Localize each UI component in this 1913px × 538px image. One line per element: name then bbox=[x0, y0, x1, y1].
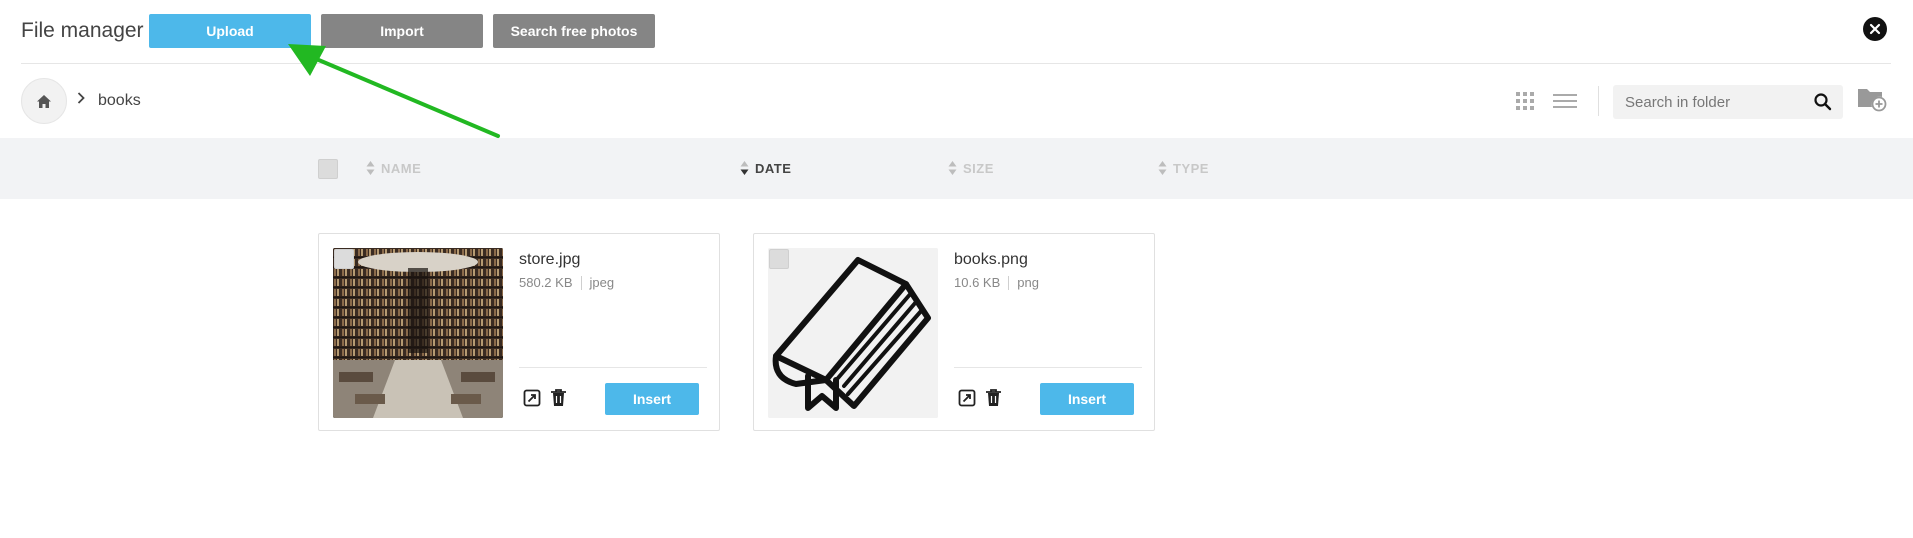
column-header-date[interactable]: DATE bbox=[740, 160, 791, 176]
select-all-checkbox[interactable] bbox=[318, 159, 338, 179]
list-view-icon[interactable] bbox=[1553, 91, 1577, 111]
search-box bbox=[1613, 85, 1843, 119]
grid-view-icon[interactable] bbox=[1515, 91, 1535, 111]
file-thumbnail[interactable] bbox=[333, 248, 503, 418]
file-size: 10.6 KB bbox=[954, 275, 1001, 290]
file-name: store.jpg bbox=[519, 251, 581, 268]
file-checkbox[interactable] bbox=[769, 249, 789, 269]
file-size: 580.2 KB bbox=[519, 275, 573, 290]
book-icon-thumbnail bbox=[768, 248, 938, 418]
import-button[interactable]: Import bbox=[321, 14, 483, 48]
file-thumbnail[interactable] bbox=[768, 248, 938, 418]
file-manager-page: File manager Upload Import Search free p… bbox=[0, 0, 1913, 538]
column-size-label: SIZE bbox=[963, 160, 994, 176]
new-folder-icon[interactable] bbox=[1857, 86, 1887, 112]
column-name-label: NAME bbox=[381, 160, 422, 176]
column-header-size[interactable]: SIZE bbox=[948, 160, 994, 176]
card-divider bbox=[519, 367, 707, 368]
file-type: png bbox=[1017, 275, 1039, 290]
home-icon bbox=[37, 94, 51, 108]
sort-icon bbox=[740, 161, 749, 175]
meta-divider bbox=[1008, 275, 1010, 290]
file-card[interactable]: books.png 10.6 KB png Insert bbox=[753, 233, 1155, 431]
edit-icon[interactable] bbox=[523, 389, 541, 407]
insert-button[interactable]: Insert bbox=[605, 383, 699, 415]
chevron-right-icon bbox=[77, 92, 85, 104]
file-meta: 580.2 KB jpeg bbox=[519, 275, 614, 290]
file-card[interactable]: store.jpg 580.2 KB jpeg Insert bbox=[318, 233, 720, 431]
search-free-photos-button[interactable]: Search free photos bbox=[493, 14, 655, 48]
edit-icon[interactable] bbox=[958, 389, 976, 407]
home-button[interactable] bbox=[21, 78, 67, 124]
card-divider bbox=[954, 367, 1142, 368]
search-input[interactable] bbox=[1613, 85, 1809, 119]
toolbar-divider bbox=[1598, 86, 1599, 116]
column-header-name[interactable]: NAME bbox=[366, 160, 421, 176]
column-type-label: TYPE bbox=[1173, 160, 1209, 176]
upload-button[interactable]: Upload bbox=[149, 14, 311, 48]
page-title: File manager bbox=[21, 19, 144, 42]
file-type: jpeg bbox=[589, 275, 615, 290]
close-icon[interactable] bbox=[1863, 17, 1887, 41]
file-checkbox[interactable] bbox=[334, 249, 354, 269]
breadcrumb-item-books[interactable]: books bbox=[98, 92, 141, 110]
column-header-type[interactable]: TYPE bbox=[1158, 160, 1209, 176]
bookstore-photo-thumbnail bbox=[333, 248, 503, 418]
header-divider bbox=[21, 63, 1891, 64]
file-name: books.png bbox=[954, 251, 1028, 268]
sort-icon bbox=[1158, 161, 1167, 175]
meta-divider bbox=[580, 275, 582, 290]
trash-icon[interactable] bbox=[985, 388, 1002, 407]
sort-icon bbox=[366, 161, 375, 175]
insert-button[interactable]: Insert bbox=[1040, 383, 1134, 415]
sort-icon bbox=[948, 161, 957, 175]
search-icon[interactable] bbox=[1813, 92, 1833, 112]
trash-icon[interactable] bbox=[550, 388, 567, 407]
header-bar: File manager Upload Import Search free p… bbox=[0, 0, 1913, 64]
column-date-label: DATE bbox=[755, 160, 792, 176]
file-meta: 10.6 KB png bbox=[954, 275, 1039, 290]
